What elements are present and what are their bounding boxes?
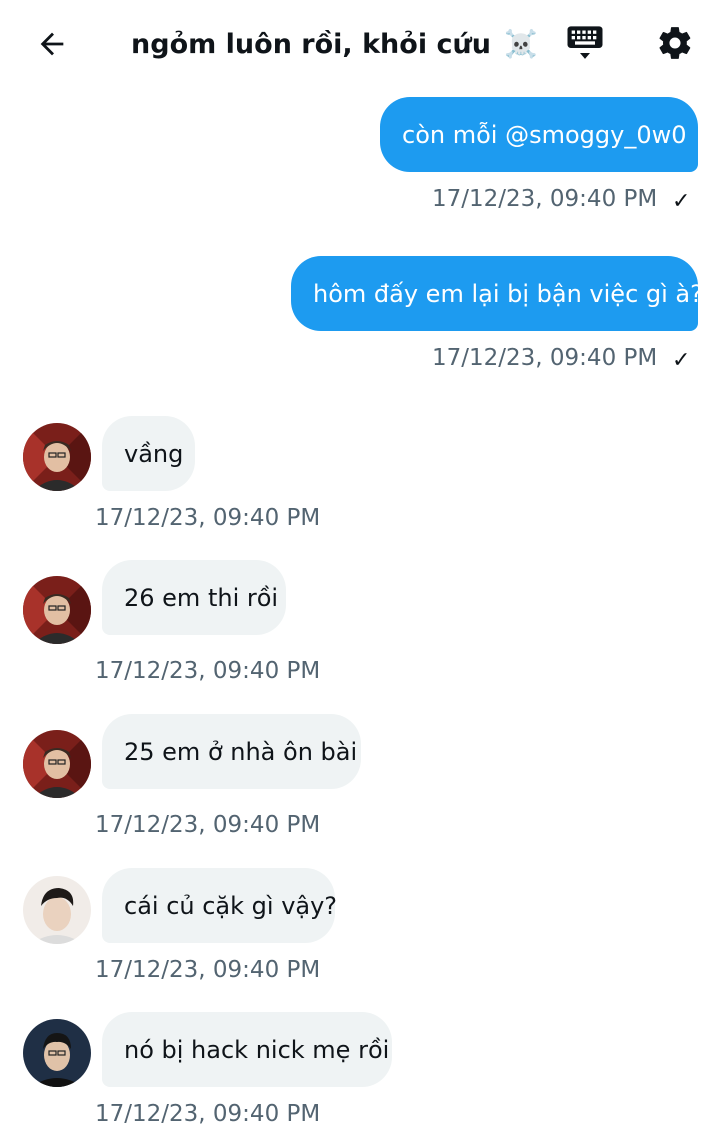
settings-button[interactable]	[652, 20, 698, 66]
avatar-image	[23, 730, 91, 798]
read-check-icon: ✓	[672, 189, 691, 214]
message-timestamp: 17/12/23, 09:40 PM	[95, 957, 321, 983]
avatar-image	[23, 876, 91, 944]
avatar-image	[23, 423, 91, 491]
message-timestamp: 17/12/23, 09:40 PM	[432, 186, 658, 212]
message-text: vầng	[124, 439, 184, 468]
message-timestamp: 17/12/23, 09:40 PM	[95, 658, 321, 684]
avatar[interactable]	[23, 1019, 91, 1087]
conversation-title: ngỏm luôn rồi, khỏi cứu ☠️	[0, 28, 719, 60]
avatar-image	[23, 1019, 91, 1087]
message-text: hôm đấy em lại bị bận việc gì à?	[313, 279, 703, 308]
message-text: còn mỗi @smoggy_0w0	[402, 120, 687, 149]
message-bubble-incoming[interactable]: nó bị hack nick mẹ rồi	[102, 1012, 392, 1087]
message-timestamp: 17/12/23, 09:40 PM	[432, 345, 658, 371]
avatar[interactable]	[23, 576, 91, 644]
avatar[interactable]	[23, 423, 91, 491]
message-timestamp: 17/12/23, 09:40 PM	[95, 1101, 321, 1127]
avatar[interactable]	[23, 730, 91, 798]
message-text: 25 em ở nhà ôn bài	[124, 737, 358, 766]
conversation-header: ngỏm luôn rồi, khỏi cứu ☠️	[0, 0, 719, 86]
avatar[interactable]	[23, 876, 91, 944]
message-timestamp: 17/12/23, 09:40 PM	[95, 505, 321, 531]
keyboard-icon	[567, 26, 603, 59]
skull-emoji: ☠️	[504, 29, 538, 60]
read-check-icon: ✓	[672, 348, 691, 373]
message-bubble-outgoing[interactable]: còn mỗi @smoggy_0w0	[380, 97, 698, 172]
message-text: nó bị hack nick mẹ rồi	[124, 1035, 390, 1064]
message-bubble-incoming[interactable]: 25 em ở nhà ôn bài	[102, 714, 361, 789]
message-text: cái củ cặk gì vậy?	[124, 891, 338, 920]
message-timestamp: 17/12/23, 09:40 PM	[95, 812, 321, 838]
message-text: 26 em thi rồi	[124, 583, 279, 612]
message-bubble-incoming[interactable]: cái củ cặk gì vậy?	[102, 868, 338, 943]
conversation-title-text: ngỏm luôn rồi, khỏi cứu	[131, 29, 491, 60]
message-bubble-incoming[interactable]: vầng	[102, 416, 195, 491]
keyboard-button[interactable]	[562, 20, 608, 66]
message-bubble-outgoing[interactable]: hôm đấy em lại bị bận việc gì à?	[291, 256, 703, 331]
gear-icon	[659, 27, 691, 59]
avatar-image	[23, 576, 91, 644]
message-bubble-incoming[interactable]: 26 em thi rồi	[102, 560, 286, 635]
